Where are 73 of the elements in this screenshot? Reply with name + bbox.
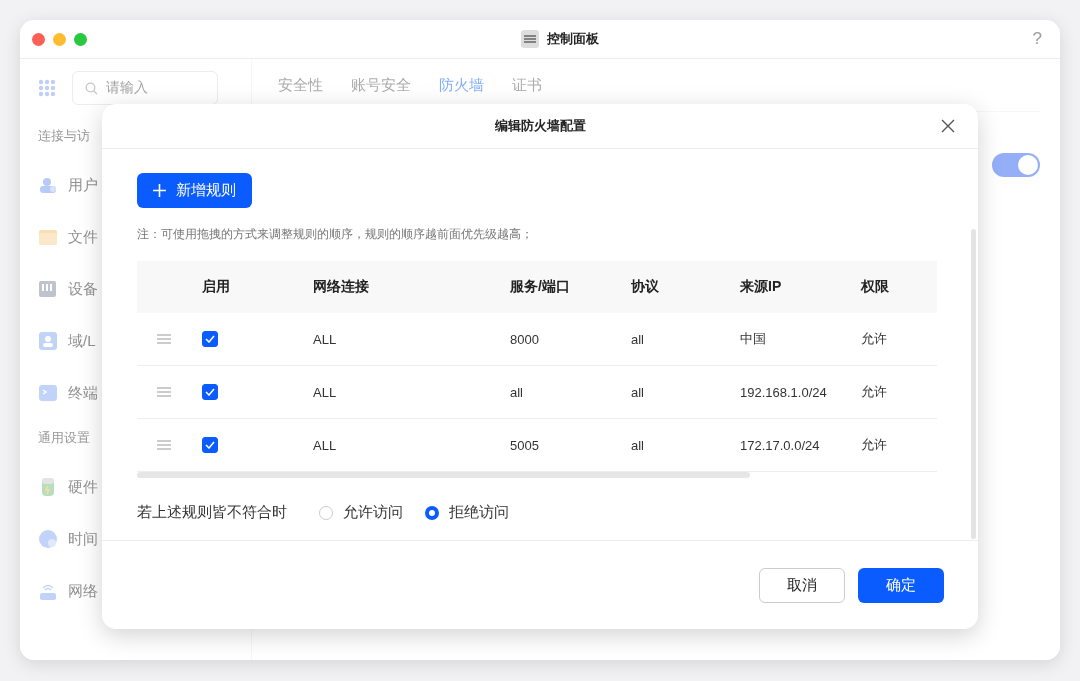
radio-option[interactable]: 拒绝访问 (425, 503, 509, 522)
tab[interactable]: 防火墙 (439, 75, 484, 95)
help-button[interactable]: ? (1032, 29, 1048, 49)
close-icon[interactable] (940, 118, 956, 134)
sidebar-item[interactable]: 域/L (68, 331, 96, 351)
sidebar-section-heading: 通用设置 (38, 429, 90, 447)
search-icon (85, 81, 98, 95)
table-cell-text: 允许 (861, 330, 888, 348)
drag-handle-icon[interactable] (157, 387, 171, 397)
table-cell-text: 允许 (861, 436, 888, 454)
plus-icon (153, 184, 166, 197)
scrollbar[interactable] (137, 472, 750, 478)
sidebar-item[interactable]: 网络 (68, 581, 98, 601)
scrollbar[interactable] (971, 229, 976, 539)
users-icon (38, 175, 58, 195)
zoom-window-button[interactable] (74, 32, 87, 46)
table-cell-text: 中国 (740, 330, 767, 348)
default-action-label: 若上述规则皆不符合时 (137, 503, 287, 522)
confirm-button[interactable]: 确定 (858, 567, 944, 603)
table-cell-text: 允许 (861, 383, 888, 401)
add-rule-button[interactable]: 新增规则 (137, 173, 252, 208)
dialog-title: 编辑防火墙配置 (494, 117, 586, 135)
toggle-switch[interactable] (992, 153, 1040, 177)
column-header: 权限 (861, 278, 890, 296)
drag-handle-icon[interactable] (157, 334, 171, 344)
column-header: 服务/端口 (510, 278, 571, 296)
sidebar-item[interactable]: 终端 (68, 383, 98, 403)
table-cell-text: 192.168.1.0/24 (740, 384, 828, 400)
radio-button[interactable] (425, 505, 439, 520)
table-cell-text: ALL (313, 331, 338, 347)
sliders-icon (520, 30, 539, 48)
apps-grid-icon[interactable] (38, 79, 56, 97)
table-cell-text: ALL (313, 437, 338, 453)
clock-icon (38, 529, 58, 549)
column-header: 网络连接 (313, 278, 370, 296)
column-header: 来源IP (740, 278, 783, 296)
table-cell-text: 172.17.0.0/24 (740, 437, 821, 453)
column-header: 协议 (631, 278, 660, 296)
cancel-button[interactable]: 取消 (759, 567, 845, 603)
checkbox[interactable] (202, 331, 218, 347)
checkbox[interactable] (202, 437, 218, 453)
window-title: 控制面板 (546, 30, 599, 48)
tab[interactable]: 证书 (512, 75, 542, 95)
radio-option[interactable]: 允许访问 (319, 503, 403, 522)
table-cell-text: 5005 (510, 437, 540, 453)
table-cell-text: all (631, 331, 645, 347)
sidebar-item[interactable]: 时间 (68, 529, 98, 549)
close-window-button[interactable] (32, 32, 45, 46)
table-cell-text: all (631, 384, 645, 400)
note-text: 注：可使用拖拽的方式来调整规则的顺序，规则的顺序越前面优先级越高； (137, 226, 534, 243)
column-header: 启用 (202, 278, 231, 296)
contact-icon (38, 331, 58, 351)
table-cell-text: ALL (313, 384, 338, 400)
tab[interactable]: 安全性 (278, 75, 323, 95)
check-icon (205, 388, 215, 396)
check-icon (205, 335, 215, 343)
terminal-icon (38, 383, 58, 403)
table-cell-text: all (631, 437, 645, 453)
check-icon (205, 441, 215, 449)
tab[interactable]: 账号安全 (351, 75, 411, 95)
sidebar-item[interactable]: 用户 (68, 175, 98, 195)
checkbox[interactable] (202, 384, 218, 400)
folder-icon (38, 227, 58, 247)
minimize-window-button[interactable] (53, 32, 66, 46)
table-cell-text: 8000 (510, 331, 540, 347)
table-cell-text: all (510, 384, 524, 400)
sidebar-section-heading: 连接与访 (38, 127, 90, 145)
drag-handle-icon[interactable] (157, 440, 171, 450)
sidebar-item[interactable]: 硬件 (68, 477, 98, 497)
sidebar-item[interactable]: 文件 (68, 227, 98, 247)
device-icon (38, 279, 58, 299)
sidebar-item[interactable]: 设备 (68, 279, 98, 299)
search-placeholder: 请输入 (106, 79, 148, 97)
